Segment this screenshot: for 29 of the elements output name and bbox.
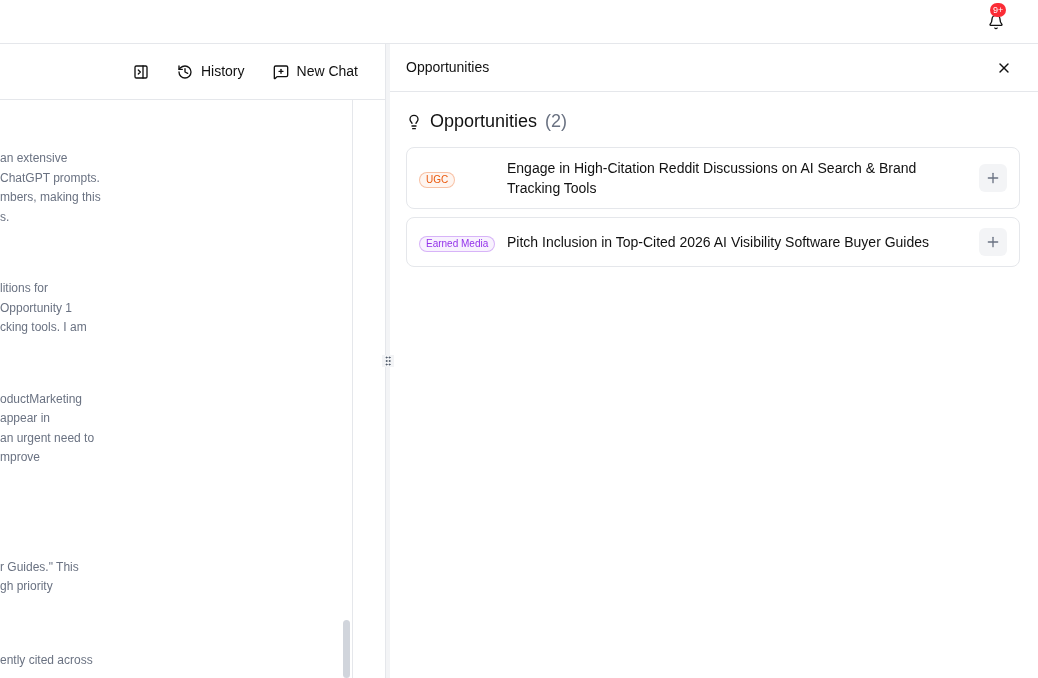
message-text: oductMarketing appear in an urgent need to mprove — [0, 390, 95, 466]
opportunity-title: Engage in High-Citation Reddit Discussions on AI Search & Brand Tracking Tools — [507, 159, 918, 198]
opportunity-card[interactable]: UGC Engage in High-Citation Reddit Discussions on AI Search & Brand Tracking Tools — [406, 147, 1020, 209]
category-tag: UGC — [419, 172, 456, 188]
scrollbar-thumb[interactable] — [343, 620, 350, 678]
lightbulb-icon — [406, 113, 422, 130]
resize-handle-icon[interactable] — [382, 355, 394, 367]
notification-bell-icon[interactable] — [988, 13, 1004, 30]
notification-badge: 9+ — [990, 2, 1007, 17]
opportunity-card[interactable]: Earned Media Pitch Inclusion in Top-Cited 2026 AI Visibility Software Buyer Guides — [406, 217, 1020, 267]
category-tag: Earned Media — [419, 236, 496, 252]
plus-icon — [985, 234, 1001, 250]
message-text: ently cited across — [0, 651, 93, 669]
add-button[interactable] — [979, 164, 1007, 192]
new-chat-button[interactable]: New Chat — [272, 61, 358, 82]
history-icon — [176, 63, 193, 80]
plus-icon — [985, 170, 1001, 186]
panel-toggle-icon — [132, 63, 149, 80]
add-button[interactable] — [979, 228, 1007, 256]
opportunity-title: Pitch Inclusion in Top-Cited 2026 AI Visibility Software Buyer Guides — [507, 233, 931, 252]
chat-plus-icon — [272, 63, 289, 80]
section-heading: Opportunities — [430, 110, 538, 133]
panel-toggle-button[interactable] — [132, 63, 149, 80]
message-text: an extensive ChatGPT prompts. mbers, making this s. — [0, 150, 101, 226]
message-text: litions for Opportunity 1 cking tools. I am — [0, 280, 87, 336]
history-button[interactable]: History — [176, 61, 245, 82]
count-label: (2) — [545, 110, 568, 133]
message-text: r Guides." This gh priority — [0, 558, 79, 595]
panel-title: Opportunities — [406, 58, 490, 77]
